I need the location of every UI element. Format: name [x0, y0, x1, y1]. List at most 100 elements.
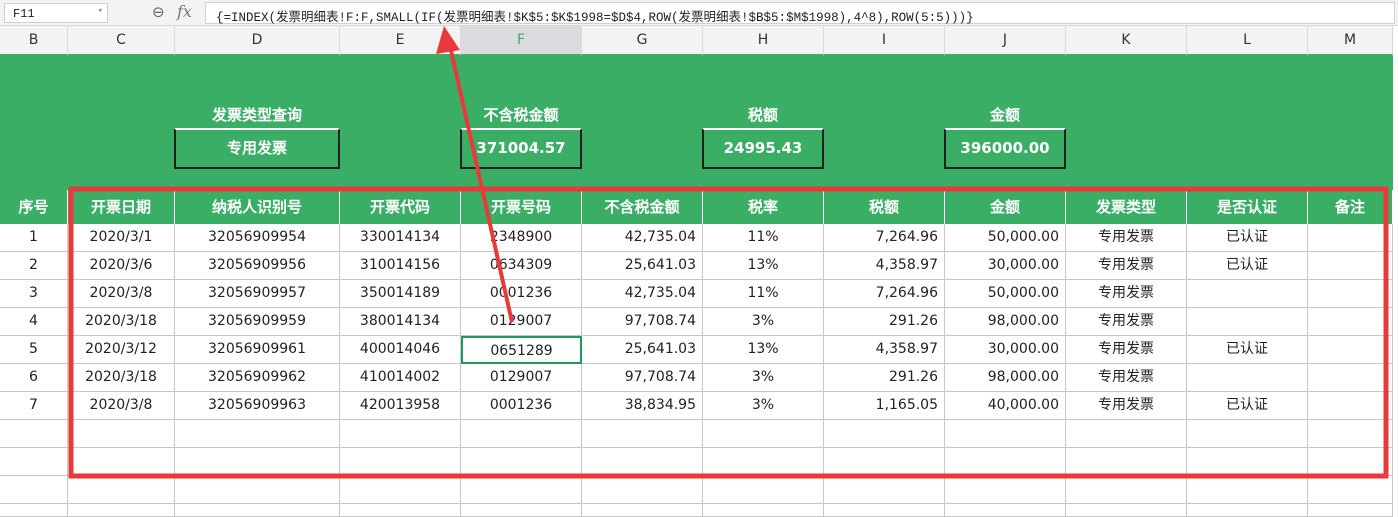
table-cell[interactable]: 1 [0, 224, 68, 252]
column-header-B[interactable]: B [0, 26, 68, 56]
table-cell[interactable]: 42,735.04 [582, 280, 703, 308]
table-cell[interactable]: 2020/3/18 [68, 364, 175, 392]
table-cell[interactable] [1187, 308, 1308, 336]
table-cell[interactable]: 4,358.97 [824, 252, 945, 280]
table-cell[interactable]: 7,264.96 [824, 280, 945, 308]
table-cell[interactable]: 2020/3/6 [68, 252, 175, 280]
empty-cell[interactable] [0, 504, 68, 517]
table-cell[interactable]: 2020/3/8 [68, 392, 175, 420]
table-cell[interactable]: 已认证 [1187, 224, 1308, 252]
column-header-H[interactable]: H [703, 26, 824, 56]
empty-cell[interactable] [340, 504, 461, 517]
empty-cell[interactable] [461, 504, 582, 517]
column-header-J[interactable]: J [945, 26, 1066, 56]
empty-cell[interactable] [1308, 476, 1393, 504]
table-cell[interactable]: 2 [0, 252, 68, 280]
table-cell[interactable]: 32056909962 [175, 364, 340, 392]
empty-cell[interactable] [703, 420, 824, 448]
table-cell[interactable]: 291.26 [824, 364, 945, 392]
type-query-input[interactable]: 专用发票 [174, 128, 340, 169]
column-header-F[interactable]: F [461, 26, 582, 56]
empty-cell[interactable] [824, 420, 945, 448]
empty-cell[interactable] [582, 504, 703, 517]
empty-cell[interactable] [340, 448, 461, 476]
table-cell[interactable]: 97,708.74 [582, 364, 703, 392]
table-cell[interactable]: 已认证 [1187, 252, 1308, 280]
empty-cell[interactable] [1066, 476, 1187, 504]
column-header-C[interactable]: C [68, 26, 175, 56]
table-cell[interactable] [1308, 280, 1393, 308]
empty-cell[interactable] [1187, 448, 1308, 476]
table-cell[interactable]: 42,735.04 [582, 224, 703, 252]
empty-cell[interactable] [824, 504, 945, 517]
table-cell[interactable]: 专用发票 [1066, 280, 1187, 308]
table-cell[interactable]: 13% [703, 336, 824, 364]
column-header-L[interactable]: L [1187, 26, 1308, 56]
empty-cell[interactable] [175, 476, 340, 504]
table-cell[interactable]: 0129007 [461, 308, 582, 336]
table-cell[interactable]: 32056909956 [175, 252, 340, 280]
empty-cell[interactable] [703, 476, 824, 504]
table-cell[interactable] [1187, 364, 1308, 392]
table-cell[interactable]: 专用发票 [1066, 392, 1187, 420]
name-box[interactable]: F11 ▾ [4, 3, 108, 23]
table-cell[interactable]: 专用发票 [1066, 364, 1187, 392]
table-cell[interactable]: 38,834.95 [582, 392, 703, 420]
table-cell[interactable]: 7,264.96 [824, 224, 945, 252]
table-cell[interactable]: 11% [703, 224, 824, 252]
empty-cell[interactable] [68, 476, 175, 504]
empty-cell[interactable] [1187, 420, 1308, 448]
table-cell[interactable]: 32056909959 [175, 308, 340, 336]
table-cell[interactable]: 已认证 [1187, 336, 1308, 364]
table-cell[interactable] [1308, 308, 1393, 336]
table-cell[interactable]: 3% [703, 364, 824, 392]
empty-cell[interactable] [1066, 448, 1187, 476]
table-cell[interactable]: 专用发票 [1066, 308, 1187, 336]
empty-cell[interactable] [461, 476, 582, 504]
empty-cell[interactable] [1066, 420, 1187, 448]
empty-cell[interactable] [945, 448, 1066, 476]
empty-cell[interactable] [340, 476, 461, 504]
table-cell[interactable]: 420013958 [340, 392, 461, 420]
table-cell[interactable]: 7 [0, 392, 68, 420]
empty-cell[interactable] [1187, 504, 1308, 517]
empty-cell[interactable] [175, 420, 340, 448]
table-cell[interactable]: 2020/3/18 [68, 308, 175, 336]
table-cell[interactable]: 25,641.03 [582, 252, 703, 280]
table-cell[interactable]: 4,358.97 [824, 336, 945, 364]
table-cell[interactable]: 97,708.74 [582, 308, 703, 336]
table-cell[interactable]: 50,000.00 [945, 280, 1066, 308]
table-cell[interactable]: 0634309 [461, 252, 582, 280]
table-cell[interactable] [1187, 280, 1308, 308]
empty-cell[interactable] [340, 420, 461, 448]
empty-cell[interactable] [1308, 504, 1393, 517]
table-cell[interactable]: 410014002 [340, 364, 461, 392]
table-cell[interactable]: 350014189 [340, 280, 461, 308]
column-header-E[interactable]: E [340, 26, 461, 56]
column-header-D[interactable]: D [175, 26, 340, 56]
empty-cell[interactable] [461, 448, 582, 476]
fx-icon[interactable]: fx [177, 2, 192, 21]
column-header-K[interactable]: K [1066, 26, 1187, 56]
table-cell[interactable]: 380014134 [340, 308, 461, 336]
table-cell[interactable]: 已认证 [1187, 392, 1308, 420]
empty-cell[interactable] [945, 476, 1066, 504]
empty-cell[interactable] [461, 420, 582, 448]
empty-cell[interactable] [945, 504, 1066, 517]
empty-cell[interactable] [68, 504, 175, 517]
table-cell[interactable]: 98,000.00 [945, 364, 1066, 392]
table-cell[interactable]: 2348900 [461, 224, 582, 252]
empty-cell[interactable] [582, 476, 703, 504]
column-header-G[interactable]: G [582, 26, 703, 56]
table-cell[interactable] [1308, 336, 1393, 364]
column-header-M[interactable]: M [1308, 26, 1393, 56]
table-cell[interactable]: 400014046 [340, 336, 461, 364]
table-cell[interactable]: 专用发票 [1066, 252, 1187, 280]
empty-cell[interactable] [824, 448, 945, 476]
table-cell[interactable] [1308, 392, 1393, 420]
empty-cell[interactable] [68, 420, 175, 448]
empty-cell[interactable] [582, 420, 703, 448]
table-cell[interactable]: 32056909957 [175, 280, 340, 308]
zoom-icon[interactable]: ⊖ [152, 3, 165, 21]
table-cell[interactable]: 3% [703, 308, 824, 336]
